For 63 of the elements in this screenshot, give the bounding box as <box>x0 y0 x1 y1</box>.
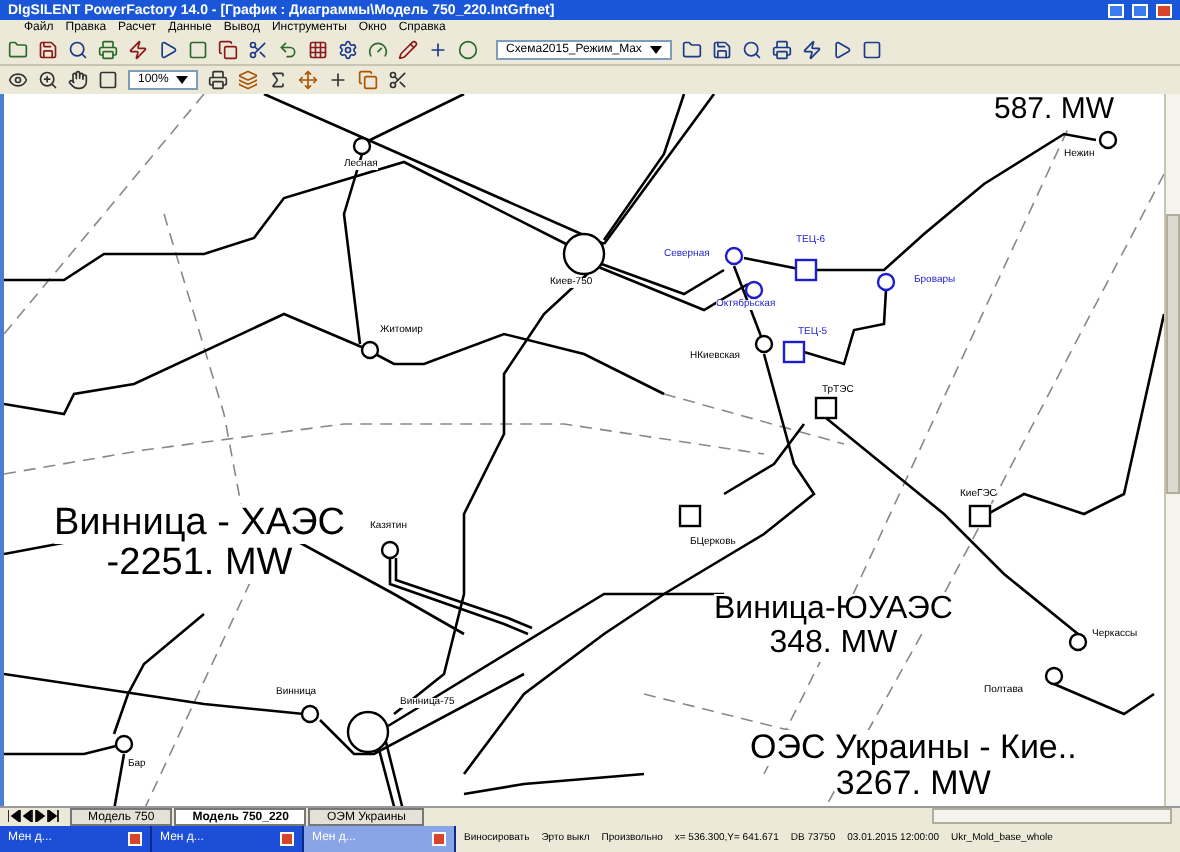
toolbar-icon[interactable] <box>398 40 418 60</box>
busbar-node[interactable] <box>562 232 606 276</box>
toolbar-icon[interactable] <box>68 40 88 60</box>
flow-value: -2251. MW <box>106 543 293 584</box>
flow-area-name: ОЭС Украины - Кие.. <box>750 730 1077 766</box>
busbar-node[interactable] <box>754 334 774 354</box>
busbar-node[interactable] <box>744 280 764 300</box>
flow-value: 587. MW <box>994 94 1115 126</box>
caret-icon[interactable] <box>649 46 662 54</box>
flow-area-name: Виница-ЮУАЭС <box>714 594 953 628</box>
toolbar-icon[interactable] <box>771 40 792 60</box>
plant-symbol[interactable] <box>814 396 838 420</box>
toolbar-icon[interactable] <box>711 40 732 60</box>
busbar-node[interactable] <box>360 340 380 360</box>
toolbar-icon[interactable] <box>831 40 852 60</box>
toolbar-icon[interactable] <box>68 70 88 90</box>
toolbar-icon[interactable] <box>328 70 349 90</box>
vertical-scrollbar[interactable] <box>1164 94 1180 806</box>
toolbar-icon[interactable] <box>458 40 478 60</box>
toolbar-icon[interactable] <box>8 40 28 60</box>
busbar-node[interactable] <box>300 704 320 724</box>
toolbar-icon[interactable] <box>248 40 268 60</box>
toolbar-icon[interactable] <box>218 40 238 60</box>
toolbar-icon[interactable] <box>38 40 58 60</box>
close-icon[interactable] <box>1156 3 1172 17</box>
toolbar-icon[interactable] <box>338 40 358 60</box>
scroll-thumb[interactable] <box>1166 214 1180 494</box>
toolbar-icon[interactable] <box>308 40 328 60</box>
toolbar-icon[interactable] <box>388 70 409 90</box>
flow-area-name: Винница - ХАЭС <box>54 504 346 544</box>
busbar-node[interactable] <box>114 734 134 754</box>
busbar-node[interactable] <box>1098 130 1118 150</box>
toolbar-icon[interactable] <box>741 40 762 60</box>
maximize-icon[interactable] <box>1132 3 1148 17</box>
toolbar-icon[interactable] <box>368 40 388 60</box>
toolbar-icon[interactable] <box>428 40 448 60</box>
toolbar-icon[interactable] <box>278 40 298 60</box>
minimize-icon[interactable] <box>1108 3 1124 17</box>
toolbar-icon[interactable] <box>98 70 118 90</box>
horizontal-scrollbar[interactable] <box>932 808 1172 824</box>
plant-symbol[interactable] <box>678 504 702 528</box>
toolbar-icon[interactable] <box>681 40 702 60</box>
plant-symbol[interactable] <box>794 258 818 282</box>
busbar-node[interactable] <box>352 136 372 156</box>
flow-value: 348. MW <box>769 627 898 662</box>
toolbar-icon[interactable] <box>8 70 28 90</box>
busbar-node[interactable] <box>724 246 744 266</box>
toolbar-icon[interactable] <box>128 40 148 60</box>
busbar-node[interactable] <box>1044 666 1064 686</box>
toolbar-icon[interactable] <box>208 70 229 90</box>
toolbar-icon[interactable] <box>98 40 118 60</box>
busbar-node[interactable] <box>346 710 390 754</box>
toolbar-icon[interactable] <box>801 40 822 60</box>
toolbar-icon[interactable] <box>38 70 58 90</box>
toolbar-icon[interactable] <box>268 70 289 90</box>
busbar-node[interactable] <box>876 272 896 292</box>
caret-icon[interactable] <box>176 76 189 84</box>
busbar-node[interactable] <box>380 540 400 560</box>
plant-symbol[interactable] <box>968 504 992 528</box>
busbar-node[interactable] <box>1068 632 1088 652</box>
toolbar-icon[interactable] <box>861 40 882 60</box>
tab-navigation-icon[interactable] <box>8 810 60 822</box>
plant-symbol[interactable] <box>782 340 806 364</box>
